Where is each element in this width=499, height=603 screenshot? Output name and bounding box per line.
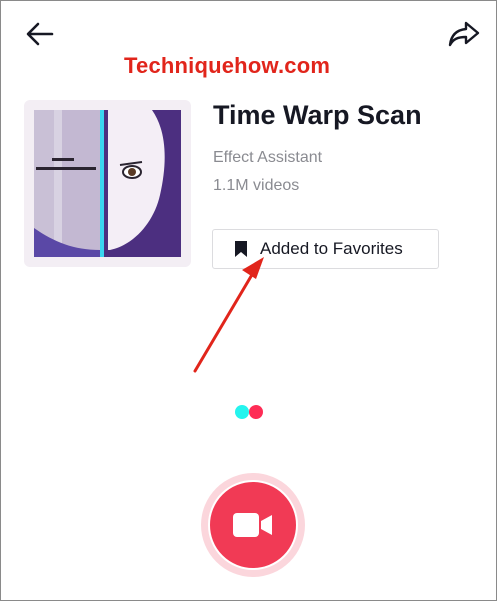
effect-creator[interactable]: Effect Assistant — [213, 149, 322, 167]
video-count: 1.1M videos — [213, 177, 300, 194]
effect-detail-screen: Techniquehow.com Time Warp Scan Effect A… — [2, 2, 495, 599]
effect-thumbnail — [24, 100, 191, 267]
video-camera-icon — [233, 513, 272, 537]
share-button[interactable] — [446, 16, 482, 52]
share-icon — [448, 21, 480, 47]
time-warp-face-image — [34, 110, 181, 257]
effect-title: Time Warp Scan — [213, 100, 422, 130]
record-button-inner — [208, 480, 298, 570]
added-to-favorites-button[interactable]: Added to Favorites — [212, 229, 439, 269]
record-button[interactable] — [201, 473, 305, 577]
favorites-label: Added to Favorites — [260, 239, 403, 258]
arrow-left-icon — [26, 22, 54, 46]
back-button[interactable] — [22, 16, 58, 52]
watermark-text: Techniquehow.com — [124, 53, 331, 78]
bookmark-filled-icon — [234, 240, 248, 258]
loading-indicator — [234, 404, 266, 425]
